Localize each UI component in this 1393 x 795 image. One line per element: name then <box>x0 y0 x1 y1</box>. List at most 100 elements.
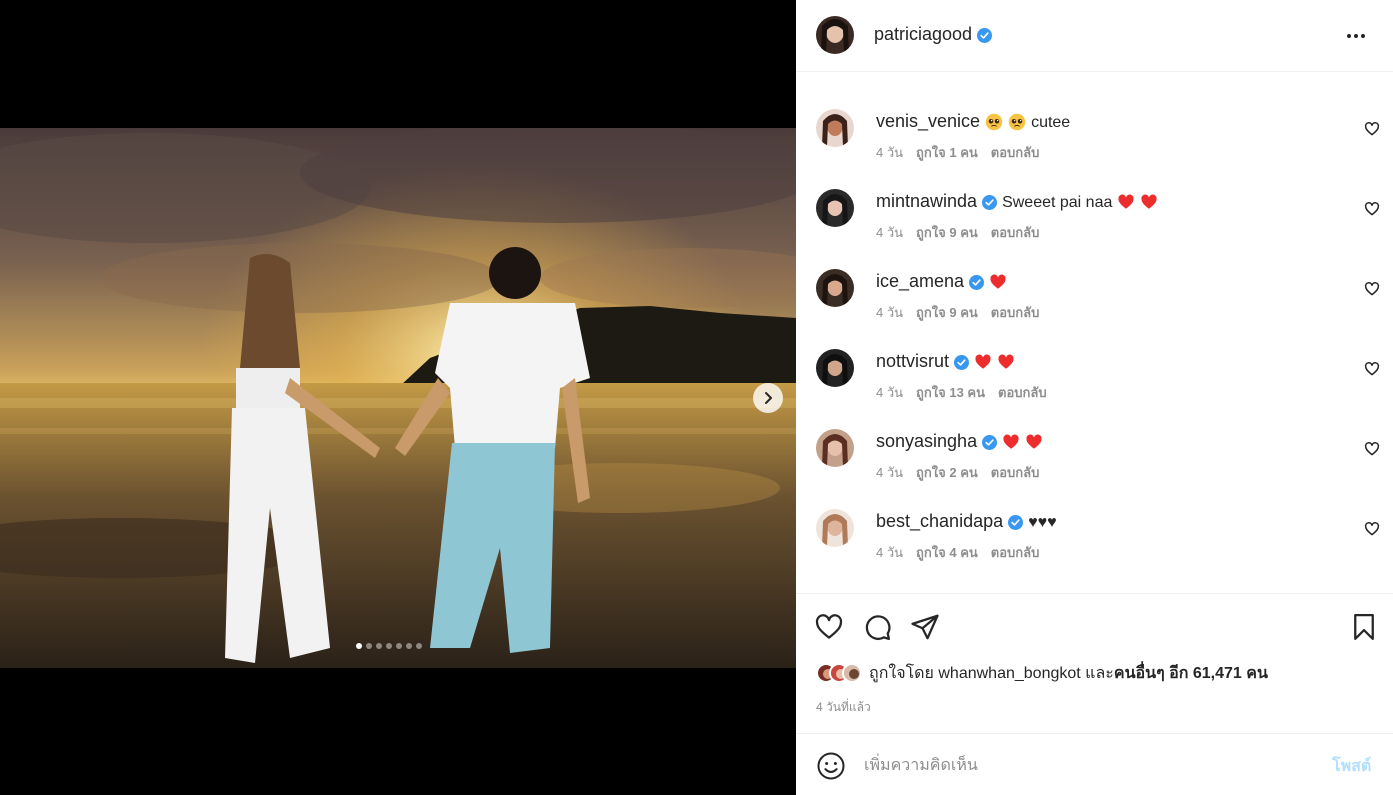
chevron-right-icon <box>765 392 772 404</box>
comment-icon <box>865 615 891 640</box>
commenter-username[interactable]: venis_venice <box>876 111 980 131</box>
reply-button[interactable]: ตอบกลับ <box>991 225 1040 240</box>
comment-likes[interactable]: ถูกใจ 4 คน <box>916 545 978 560</box>
commenter-username[interactable]: sonyasingha <box>876 431 977 451</box>
post-photo[interactable] <box>0 128 796 668</box>
carousel-dot <box>366 643 372 649</box>
comment-row: mintnawinda Sweeet pai naa 4 วัน ถูกใจ 9 คน… <box>796 189 1393 249</box>
commenter-avatar[interactable] <box>816 349 854 387</box>
more-icon <box>1347 34 1365 38</box>
red-heart-emoji <box>1026 434 1042 449</box>
likes-connector: และ <box>1085 664 1114 682</box>
comment-line: sonyasingha <box>876 431 1043 452</box>
comment-line: mintnawinda Sweeet pai naa <box>876 191 1158 212</box>
reply-button[interactable]: ตอบกลับ <box>991 545 1040 560</box>
reply-button[interactable]: ตอบกลับ <box>991 305 1040 320</box>
commenter-avatar[interactable] <box>816 269 854 307</box>
verified-icon <box>977 27 993 43</box>
liker-avatar <box>842 663 862 683</box>
liker-username[interactable]: whanwhan_bongkot <box>938 665 1080 682</box>
comment-age[interactable]: 4 วัน <box>876 385 903 400</box>
comment-row: best_chanidapa ♥♥♥ 4 วัน ถูกใจ 4 คน ตอบกลับ <box>796 509 1393 569</box>
share-icon <box>911 614 939 640</box>
comment-like-button[interactable] <box>1364 281 1380 297</box>
post-side-panel: patriciagood venis_venice cutee 4 วัน ถูกใจ… <box>796 0 1393 795</box>
post-media <box>0 0 796 795</box>
save-button[interactable] <box>1349 612 1379 642</box>
comment-meta: 4 วัน ถูกใจ 13 คน ตอบกลับ <box>876 382 1060 403</box>
post-header: patriciagood <box>796 0 1393 72</box>
comment-like-button[interactable] <box>1364 201 1380 217</box>
posted-time[interactable]: 4 วันที่แล้ว <box>816 698 871 717</box>
more-options-button[interactable] <box>1344 26 1368 46</box>
comment-line: nottvisrut <box>876 351 1015 372</box>
verified-icon <box>982 194 998 210</box>
pleading-face-emoji <box>985 114 1003 131</box>
comment-row: nottvisrut 4 วัน ถูกใจ 13 คน ตอบกลับ <box>796 349 1393 409</box>
pleading-face-emoji <box>1008 114 1026 131</box>
carousel-dot <box>386 643 392 649</box>
post-actions: ถูกใจโดย whanwhan_bongkot และคนอื่นๆ อีก… <box>796 593 1393 733</box>
heart-icon <box>815 614 843 639</box>
commenter-avatar[interactable] <box>816 189 854 227</box>
comment-age[interactable]: 4 วัน <box>876 545 903 560</box>
smile-icon <box>817 752 845 780</box>
next-slide-button[interactable] <box>753 383 783 413</box>
heart-icon <box>1364 122 1380 136</box>
comment-likes[interactable]: ถูกใจ 2 คน <box>916 465 978 480</box>
comment-age[interactable]: 4 วัน <box>876 225 903 240</box>
verified-icon <box>1008 514 1024 530</box>
red-heart-emoji <box>990 274 1006 289</box>
comment-meta: 4 วัน ถูกใจ 9 คน ตอบกลับ <box>876 222 1052 243</box>
comment-text: Sweeet pai naa <box>1002 194 1113 211</box>
comment-likes[interactable]: ถูกใจ 13 คน <box>916 385 985 400</box>
comment-button[interactable] <box>862 612 892 642</box>
author-avatar[interactable] <box>816 16 854 54</box>
verified-icon <box>969 274 985 290</box>
comment-like-button[interactable] <box>1364 361 1380 377</box>
comment-age[interactable]: 4 วัน <box>876 305 903 320</box>
emoji-picker-button[interactable] <box>816 751 846 781</box>
carousel-dot <box>376 643 382 649</box>
red-heart-emoji <box>975 354 991 369</box>
likes-summary[interactable]: ถูกใจโดย whanwhan_bongkot และคนอื่นๆ อีก… <box>816 660 1268 686</box>
like-button[interactable] <box>814 612 844 642</box>
commenter-username[interactable]: ice_amena <box>876 271 964 291</box>
comment-likes[interactable]: ถูกใจ 9 คน <box>916 225 978 240</box>
comment-like-button[interactable] <box>1364 521 1380 537</box>
commenter-avatar[interactable] <box>816 429 854 467</box>
reply-button[interactable]: ตอบกลับ <box>991 145 1040 160</box>
commenter-username[interactable]: nottvisrut <box>876 351 949 371</box>
commenter-username[interactable]: mintnawinda <box>876 191 977 211</box>
carousel-dot <box>416 643 422 649</box>
post-comment-button[interactable]: โพสต์ <box>1332 754 1371 779</box>
reply-button[interactable]: ตอบกลับ <box>991 465 1040 480</box>
verified-icon <box>982 434 998 450</box>
verified-icon <box>954 354 970 370</box>
comment-like-button[interactable] <box>1364 441 1380 457</box>
comment-meta: 4 วัน ถูกใจ 4 คน ตอบกลับ <box>876 542 1052 563</box>
comment-likes[interactable]: ถูกใจ 9 คน <box>916 305 978 320</box>
carousel-dot <box>406 643 412 649</box>
author-username[interactable]: patriciagood <box>874 24 993 45</box>
red-heart-emoji <box>1118 194 1134 209</box>
likes-others-count[interactable]: คนอื่นๆ อีก 61,471 คน <box>1114 665 1268 682</box>
comment-likes[interactable]: ถูกใจ 1 คน <box>916 145 978 160</box>
reply-button[interactable]: ตอบกลับ <box>998 385 1047 400</box>
comment-input[interactable] <box>864 752 1314 780</box>
comment-age[interactable]: 4 วัน <box>876 465 903 480</box>
comment-line: venis_venice cutee <box>876 111 1070 132</box>
commenter-avatar[interactable] <box>816 109 854 147</box>
red-heart-emoji <box>1141 194 1157 209</box>
comment-meta: 4 วัน ถูกใจ 2 คน ตอบกลับ <box>876 462 1052 483</box>
comments-list[interactable]: venis_venice cutee 4 วัน ถูกใจ 1 คน ตอบกลับ m… <box>796 72 1393 593</box>
share-button[interactable] <box>910 612 940 642</box>
red-heart-emoji <box>998 354 1014 369</box>
add-comment-bar: โพสต์ <box>796 733 1393 795</box>
carousel-dot <box>356 643 362 649</box>
likes-prefix: ถูกใจโดย <box>869 664 934 682</box>
commenter-username[interactable]: best_chanidapa <box>876 511 1003 531</box>
comment-like-button[interactable] <box>1364 121 1380 137</box>
commenter-avatar[interactable] <box>816 509 854 547</box>
comment-age[interactable]: 4 วัน <box>876 145 903 160</box>
